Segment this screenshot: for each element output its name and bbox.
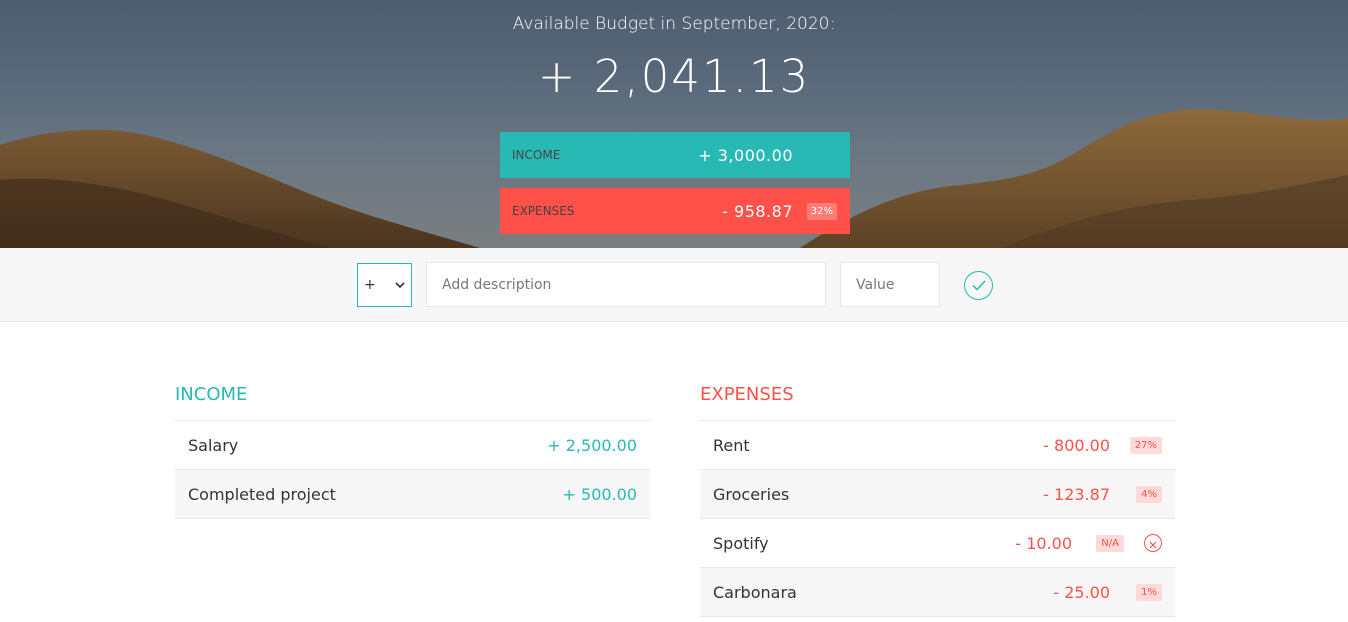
- add-item-bar: +: [0, 248, 1348, 322]
- item-value: + 500.00: [562, 484, 637, 504]
- type-select[interactable]: +: [357, 263, 412, 307]
- delete-item-button[interactable]: [1144, 534, 1162, 552]
- expense-item: Carbonara - 25.00 1%: [700, 568, 1175, 617]
- item-percentage-badge: 27%: [1129, 436, 1162, 454]
- add-item-button[interactable]: [964, 271, 993, 300]
- income-item: Salary + 2,500.00: [175, 421, 650, 470]
- value-input[interactable]: [840, 262, 940, 307]
- income-list: Income Salary + 2,500.00 Completed proje…: [175, 383, 650, 519]
- budget-title: Available Budget in September, 2020:: [512, 14, 836, 34]
- item-description: Carbonara: [713, 582, 797, 602]
- income-item: Completed project + 500.00: [175, 470, 650, 519]
- item-value: - 123.87: [1043, 484, 1110, 504]
- item-description: Spotify: [713, 533, 769, 553]
- income-summary-label: Income: [512, 148, 561, 162]
- checkmark-icon: [971, 276, 986, 295]
- expenses-list-title: Expenses: [700, 383, 1175, 421]
- type-select-value: +: [364, 277, 376, 293]
- expenses-percentage-badge: 32%: [806, 203, 837, 220]
- income-list-title: Income: [175, 383, 650, 421]
- description-input[interactable]: [426, 262, 826, 307]
- item-description: Completed project: [188, 484, 336, 504]
- item-value: + 2,500.00: [547, 435, 637, 455]
- item-description: Rent: [713, 435, 750, 455]
- expense-item[interactable]: Spotify - 10.00 N/A: [700, 519, 1175, 568]
- item-value: - 25.00: [1053, 582, 1110, 602]
- expenses-summary-label: Expenses: [512, 204, 575, 218]
- expenses-list: Expenses Rent - 800.00 27% Groceries - 1…: [700, 383, 1175, 617]
- item-percentage-badge: 1%: [1136, 583, 1162, 601]
- income-summary-value: + 3,000.00: [698, 145, 793, 165]
- available-budget-value: + 2,041.13: [537, 50, 811, 103]
- item-percentage-badge: N/A: [1096, 534, 1124, 552]
- item-value: - 10.00: [1015, 533, 1072, 553]
- budget-header: Available Budget in September, 2020: + 2…: [0, 0, 1348, 248]
- expense-item: Groceries - 123.87 4%: [700, 470, 1175, 519]
- item-value: - 800.00: [1043, 435, 1110, 455]
- expenses-summary: Expenses - 958.87 32%: [500, 188, 850, 234]
- item-description: Salary: [188, 435, 239, 455]
- chevron-down-icon: [395, 279, 405, 292]
- income-summary: Income + 3,000.00: [500, 132, 850, 178]
- close-icon: [1149, 534, 1157, 553]
- item-percentage-badge: 4%: [1136, 485, 1162, 503]
- item-description: Groceries: [713, 484, 790, 504]
- expense-item: Rent - 800.00 27%: [700, 421, 1175, 470]
- expenses-summary-value: - 958.87: [722, 201, 793, 221]
